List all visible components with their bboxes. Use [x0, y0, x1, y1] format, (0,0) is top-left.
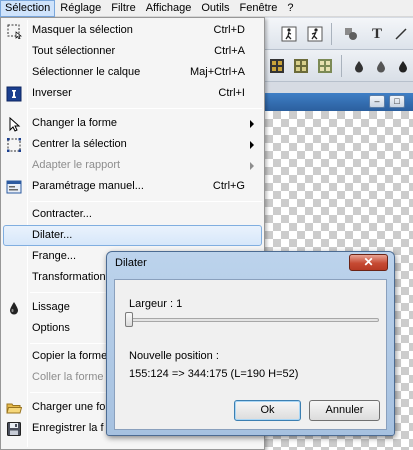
close-button[interactable]: ✕ [349, 254, 388, 271]
menu-item-label: Tout sélectionner [32, 45, 116, 57]
pointer-icon [6, 116, 22, 132]
dashed-selection-icon [6, 23, 22, 39]
menu-item-label: Adapter le rapport [32, 159, 121, 171]
menu-item-contracter[interactable]: Contracter... [3, 204, 262, 225]
drop-large-icon[interactable] [393, 56, 413, 76]
menu-item-tout-selectionner[interactable]: Tout sélectionner Ctrl+A [3, 41, 262, 62]
menu-item-label: Paramétrage manuel... [32, 180, 144, 192]
drop-small-icon[interactable] [349, 56, 369, 76]
dilater-dialog: Dilater ✕ Largeur : 1 Nouvelle position … [106, 251, 395, 436]
width-label: Largeur : 1 [129, 298, 183, 310]
droplet-icon [6, 300, 22, 316]
menu-separator [30, 108, 262, 109]
menu-item-label: Enregistrer la f [32, 422, 104, 434]
menu-item-label: Options [32, 322, 70, 334]
menu-item-label: Changer la forme [32, 117, 117, 129]
grid-light-icon[interactable] [291, 56, 311, 76]
toolbar-separator [341, 55, 342, 77]
menu-item-label: Contracter... [32, 208, 92, 220]
shapes-icon[interactable] [341, 24, 361, 44]
width-slider-thumb[interactable] [125, 312, 133, 327]
menu-filtre[interactable]: Filtre [106, 0, 140, 17]
menu-item-label: Masquer la sélection [32, 24, 133, 36]
grid-dark-icon[interactable] [267, 56, 287, 76]
window-settings-icon [6, 179, 22, 195]
menu-fenetre[interactable]: Fenêtre [235, 0, 283, 17]
menu-item-selectionner-calque[interactable]: Sélectionner le calque Maj+Ctrl+A [3, 62, 262, 83]
ok-button[interactable]: Ok [234, 400, 301, 421]
menu-item-shortcut: Ctrl+I [218, 87, 245, 99]
new-position-label: Nouvelle position : [129, 350, 219, 362]
menu-item-shortcut: Ctrl+D [213, 24, 245, 36]
new-position-value: 155:124 => 344:175 (L=190 H=52) [129, 368, 299, 380]
menu-item-inverser[interactable]: Inverser Ctrl+I [3, 83, 262, 104]
maximize-button[interactable]: □ [389, 95, 405, 108]
menu-item-shortcut: Maj+Ctrl+A [189, 66, 245, 78]
person-run-icon[interactable] [305, 24, 325, 44]
menu-affichage[interactable]: Affichage [141, 0, 197, 17]
grid-olive-icon[interactable] [315, 56, 335, 76]
cancel-button[interactable]: Annuler [309, 400, 380, 421]
menu-reglage[interactable]: Réglage [55, 0, 106, 17]
menu-item-label: Transformation [32, 271, 106, 283]
menu-item-label: Coller la forme [32, 371, 104, 383]
secondary-toolbar [265, 50, 413, 82]
dialog-content: Largeur : 1 Nouvelle position : 155:124 … [114, 279, 387, 430]
menu-item-centrer-selection[interactable]: Centrer la sélection [3, 134, 262, 155]
dialog-title: Dilater [115, 257, 147, 269]
menu-selection[interactable]: Sélection [0, 0, 56, 17]
toolbar-separator [331, 23, 332, 45]
drop-medium-icon[interactable] [371, 56, 391, 76]
center-selection-icon [6, 137, 22, 153]
folder-open-icon [6, 400, 22, 416]
menubar: Sélection Réglage Filtre Affichage Outil… [0, 0, 413, 17]
menu-help[interactable]: ? [282, 0, 298, 17]
menu-item-shortcut: Ctrl+A [214, 45, 245, 57]
menu-item-label: Sélectionner le calque [32, 66, 141, 78]
menu-item-label: Inverser [32, 87, 72, 99]
submenu-arrow-icon [250, 141, 254, 149]
main-toolbar: T [265, 18, 413, 50]
menu-item-masquer-selection[interactable]: Masquer la sélection Ctrl+D [3, 20, 262, 41]
document-titlebar: – □ [265, 93, 413, 111]
menu-item-adapter-rapport: Adapter le rapport [3, 155, 262, 176]
menu-item-shortcut: Ctrl+G [212, 180, 245, 192]
submenu-arrow-icon [250, 120, 254, 128]
menu-item-label: Copier la forme [32, 350, 108, 362]
menu-item-dilater[interactable]: Dilater... [3, 225, 262, 246]
menu-item-parametrage-manuel[interactable]: Paramétrage manuel... Ctrl+G [3, 176, 262, 197]
save-disk-icon [6, 421, 22, 437]
menu-item-label: Dilater... [32, 229, 73, 241]
menu-item-changer-forme[interactable]: Changer la forme [3, 113, 262, 134]
menu-separator [30, 201, 262, 202]
submenu-arrow-icon [250, 162, 254, 170]
line-tool-icon[interactable] [391, 24, 411, 44]
menu-item-label: Lissage [32, 301, 70, 313]
menu-item-label: Frange... [32, 250, 77, 262]
text-tool-icon[interactable]: T [367, 24, 387, 44]
menu-item-label: Charger une fo [32, 401, 106, 413]
menu-item-label: Centrer la sélection [32, 138, 127, 150]
menu-outils[interactable]: Outils [196, 0, 234, 17]
minimize-button[interactable]: – [369, 95, 385, 108]
width-slider-track[interactable] [128, 318, 379, 322]
person-exit-icon[interactable] [279, 24, 299, 44]
invert-icon [6, 86, 22, 102]
